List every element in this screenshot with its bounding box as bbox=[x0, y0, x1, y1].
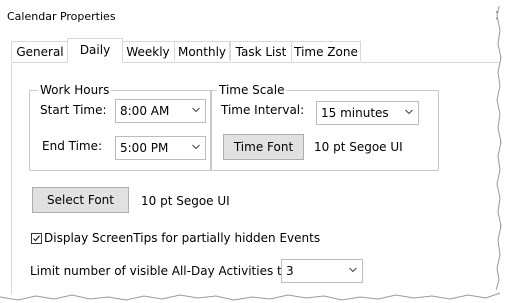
time-scale-group: Time Scale Time Interval: 15 minutes Tim… bbox=[210, 83, 439, 171]
end-time-label: End Time: bbox=[42, 139, 103, 153]
allday-limit-label: Limit number of visible All-Day Activiti… bbox=[30, 264, 294, 278]
chevron-down-icon bbox=[192, 144, 200, 150]
time-scale-label: Time Scale bbox=[217, 83, 287, 97]
start-time-value: 8:00 AM bbox=[120, 104, 170, 118]
time-interval-select[interactable]: 15 minutes bbox=[316, 101, 419, 125]
tab-weekly[interactable]: Weekly bbox=[121, 41, 175, 61]
time-font-button[interactable]: Time Font bbox=[223, 134, 304, 160]
chevron-down-icon bbox=[192, 107, 200, 113]
time-interval-label: Time Interval: bbox=[221, 103, 305, 117]
select-font-value: 10 pt Segoe UI bbox=[141, 194, 230, 208]
torn-edge-right bbox=[496, 0, 516, 303]
checkmark-icon bbox=[33, 235, 40, 242]
daily-tab-panel: Work Hours Start Time: 8:00 AM End Time:… bbox=[11, 62, 501, 294]
screentips-label[interactable]: Display ScreenTips for partially hidden … bbox=[44, 231, 320, 245]
tab-general[interactable]: General bbox=[11, 41, 69, 61]
chevron-down-icon bbox=[349, 267, 357, 273]
allday-limit-value: 3 bbox=[286, 264, 294, 278]
tab-daily[interactable]: Daily bbox=[67, 38, 123, 63]
end-time-value: 5:00 PM bbox=[120, 141, 169, 155]
select-font-button[interactable]: Select Font bbox=[32, 187, 129, 213]
tab-task-list[interactable]: Task List bbox=[230, 41, 292, 61]
start-time-label: Start Time: bbox=[40, 103, 107, 117]
start-time-select[interactable]: 8:00 AM bbox=[115, 99, 206, 123]
work-hours-group: Work Hours Start Time: 8:00 AM End Time:… bbox=[29, 83, 212, 171]
tab-monthly[interactable]: Monthly bbox=[174, 41, 230, 61]
tab-time-zone[interactable]: Time Zone bbox=[291, 41, 361, 61]
work-hours-label: Work Hours bbox=[38, 83, 112, 97]
allday-limit-select[interactable]: 3 bbox=[281, 259, 363, 283]
time-interval-value: 15 minutes bbox=[321, 106, 389, 120]
time-font-value: 10 pt Segoe UI bbox=[314, 140, 403, 154]
calendar-properties-dialog: Calendar Properties × General Daily Week… bbox=[0, 0, 507, 294]
end-time-select[interactable]: 5:00 PM bbox=[115, 136, 206, 160]
torn-edge-bottom bbox=[0, 292, 516, 303]
title-bar: Calendar Properties × bbox=[0, 0, 507, 34]
window-title: Calendar Properties bbox=[7, 10, 116, 23]
screentips-checkbox[interactable] bbox=[31, 233, 42, 244]
tab-strip: General Daily Weekly Monthly Task List T… bbox=[11, 38, 501, 63]
chevron-down-icon bbox=[405, 109, 413, 115]
